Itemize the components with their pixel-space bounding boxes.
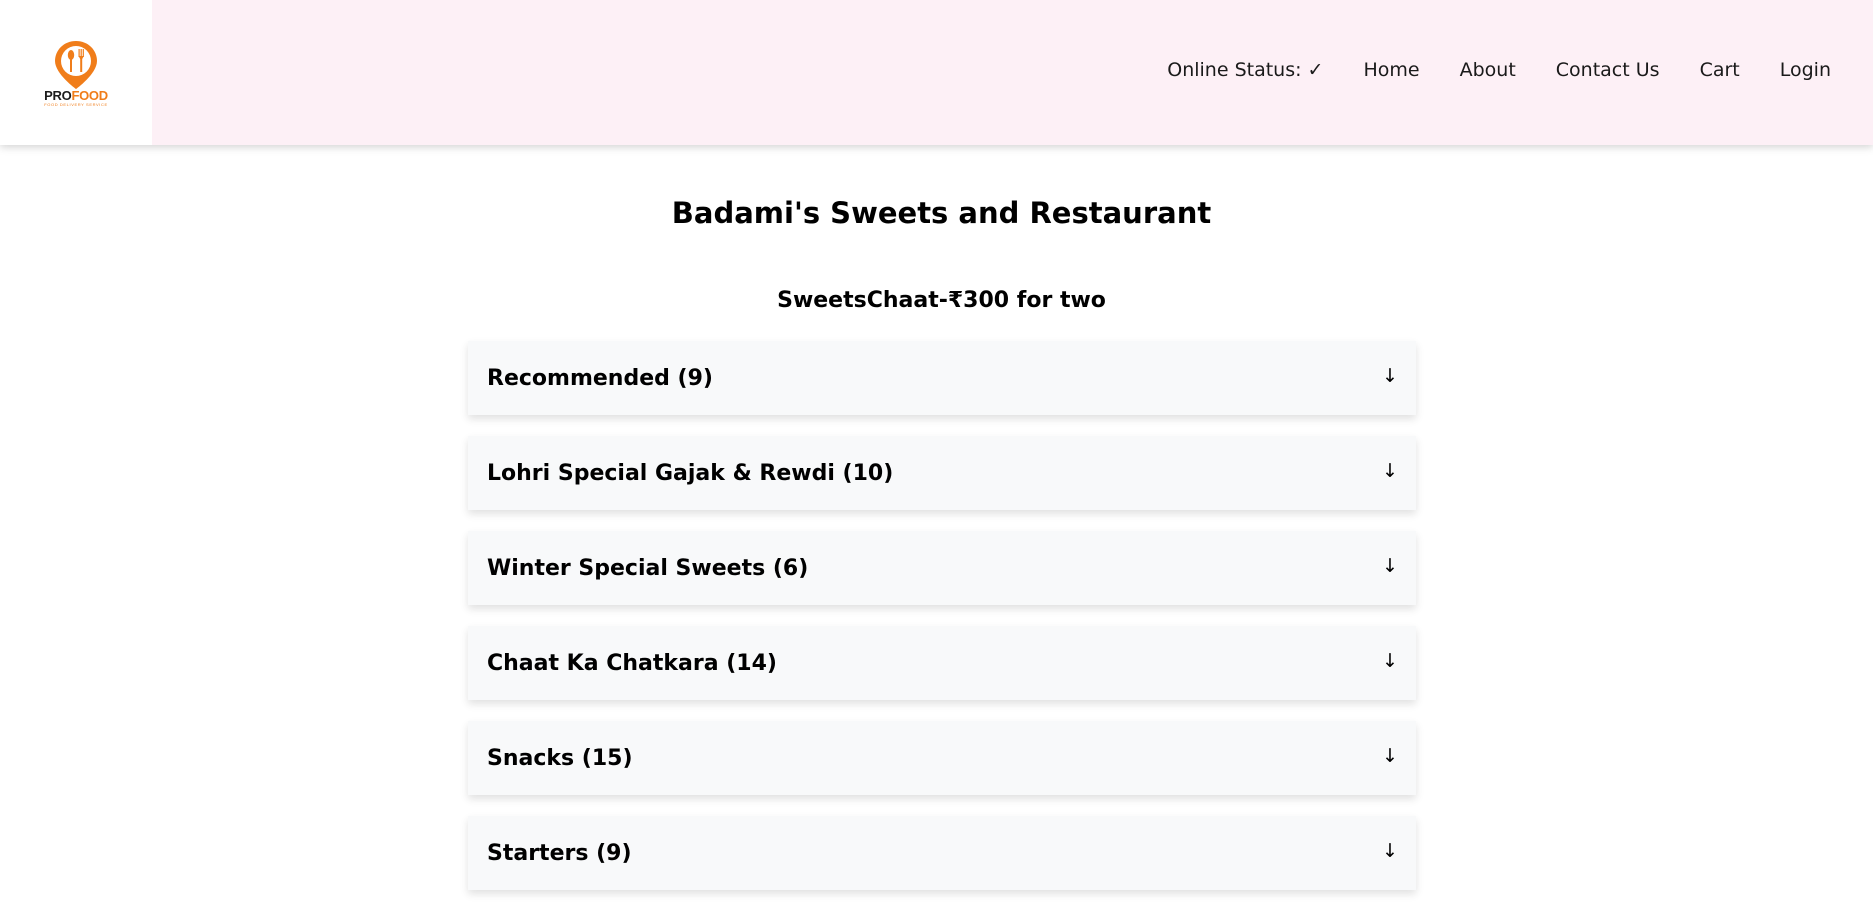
- arrow-down-icon[interactable]: ↓: [1382, 365, 1398, 387]
- nav-bar: Online Status: ✓ Home About Contact Us C…: [1167, 0, 1831, 140]
- category-lohri-special[interactable]: Lohri Special Gajak & Rewdi (10) ↓: [468, 436, 1416, 510]
- arrow-down-icon[interactable]: ↓: [1382, 745, 1398, 767]
- nav-about-link[interactable]: About: [1460, 59, 1516, 81]
- nav-cart-link[interactable]: Cart: [1700, 59, 1740, 81]
- logo-tagline: FOOD DELIVERY SERVICE: [44, 101, 108, 107]
- nav-contact-link[interactable]: Contact Us: [1556, 59, 1660, 81]
- logo-word-food: FOOD: [71, 87, 108, 103]
- category-label: Recommended (9): [487, 365, 713, 391]
- category-label: Winter Special Sweets (6): [487, 555, 809, 581]
- category-label: Chaat Ka Chatkara (14): [487, 650, 777, 676]
- restaurant-name: Badami's Sweets and Restaurant: [671, 196, 1212, 230]
- arrow-down-icon[interactable]: ↓: [1382, 840, 1398, 862]
- category-winter-special[interactable]: Winter Special Sweets (6) ↓: [468, 531, 1416, 605]
- nav-login-link[interactable]: Login: [1780, 59, 1831, 81]
- category-recommended[interactable]: Recommended (9) ↓: [468, 341, 1416, 415]
- online-status: Online Status: ✓: [1167, 59, 1324, 81]
- arrow-down-icon[interactable]: ↓: [1382, 460, 1398, 482]
- header: PROFOOD FOOD DELIVERY SERVICE Online Sta…: [0, 0, 1873, 145]
- category-label: Snacks (15): [487, 745, 633, 771]
- category-label: Starters (9): [487, 840, 632, 866]
- nav-home-link[interactable]: Home: [1363, 59, 1419, 81]
- category-label: Lohri Special Gajak & Rewdi (10): [487, 460, 894, 486]
- logo-word-pro: PRO: [44, 87, 72, 103]
- category-starters[interactable]: Starters (9) ↓: [468, 816, 1416, 890]
- logo-wordmark: PROFOOD: [44, 89, 108, 102]
- restaurant-info: SweetsChaat-₹300 for two: [777, 288, 1106, 313]
- menu-category-accordion: Recommended (9) ↓ Lohri Special Gajak & …: [468, 341, 1416, 911]
- category-chaat[interactable]: Chaat Ka Chatkara (14) ↓: [468, 626, 1416, 700]
- category-snacks[interactable]: Snacks (15) ↓: [468, 721, 1416, 795]
- logo[interactable]: PROFOOD FOOD DELIVERY SERVICE: [0, 0, 152, 145]
- arrow-down-icon[interactable]: ↓: [1382, 555, 1398, 577]
- map-pin-fork-spoon-icon: [55, 40, 97, 89]
- arrow-down-icon[interactable]: ↓: [1382, 650, 1398, 672]
